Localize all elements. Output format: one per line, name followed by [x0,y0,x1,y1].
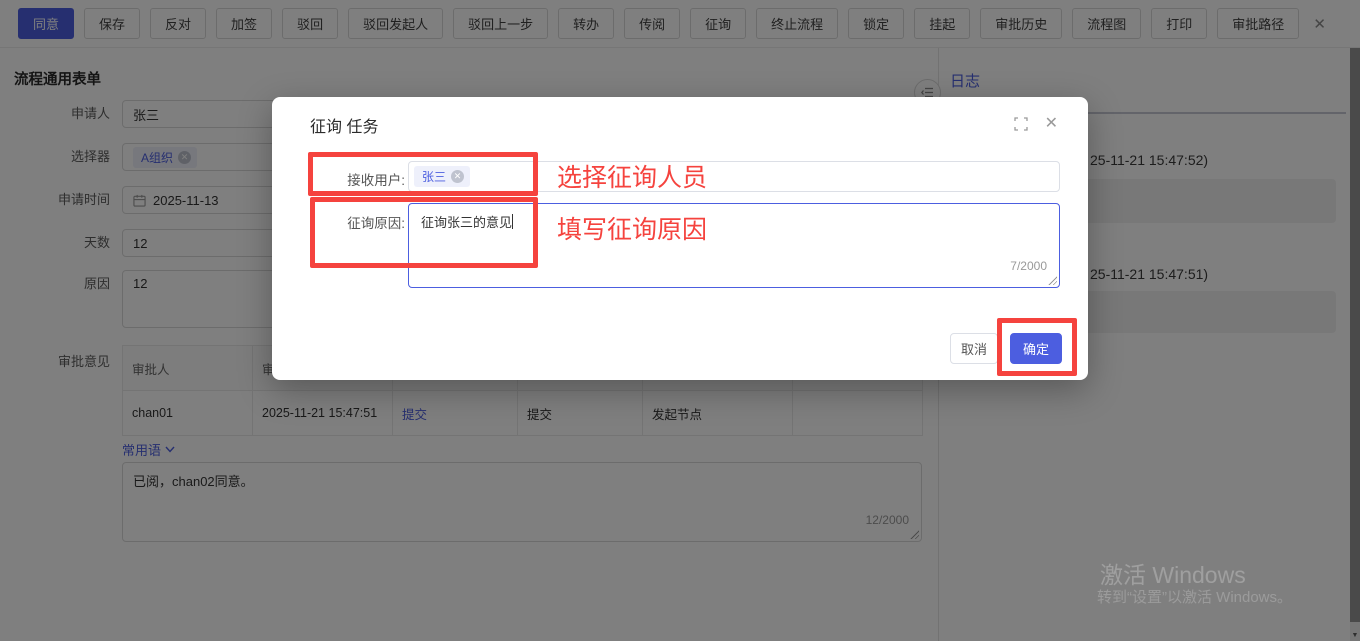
tag-remove-icon[interactable]: ✕ [451,170,464,183]
consult-reason-label: 征询原因: [302,212,405,232]
resize-grip[interactable] [1047,275,1057,285]
receiver-tag-label: 张三 [422,168,446,185]
reason-char-counter: 7/2000 [1010,259,1047,273]
app-window: 同意 保存 反对 加签 驳回 驳回发起人 驳回上一步 转办 传阅 征询 终止流程… [0,0,1360,641]
vertical-scrollbar[interactable]: ▼ [1350,48,1360,641]
windows-activation-subtitle: 转到“设置”以激活 Windows。 [1097,586,1292,607]
consult-reason-textarea[interactable]: 征询张三的意见 7/2000 [408,203,1060,288]
receiver-tag: 张三 ✕ [414,166,470,187]
windows-activation-watermark: 激活 Windows [1100,556,1246,590]
dialog-close-icon[interactable]: ✕ [1045,113,1058,133]
text-caret [512,214,513,229]
annotation-fill-reason: 填写征询原因 [557,210,707,246]
dialog-title: 征询 任务 [310,113,378,137]
scrollbar-thumb[interactable] [1350,48,1360,622]
consult-reason-text: 征询张三的意见 [421,215,512,230]
annotation-select-person: 选择征询人员 [557,158,707,194]
cancel-button[interactable]: 取消 [950,333,998,364]
receiver-input[interactable]: 张三 ✕ [408,161,1060,192]
receiver-label: 接收用户: [302,169,405,189]
scrollbar-down-arrow[interactable]: ▼ [1350,632,1360,639]
confirm-button[interactable]: 确定 [1010,333,1062,364]
fullscreen-icon[interactable] [1014,117,1028,131]
